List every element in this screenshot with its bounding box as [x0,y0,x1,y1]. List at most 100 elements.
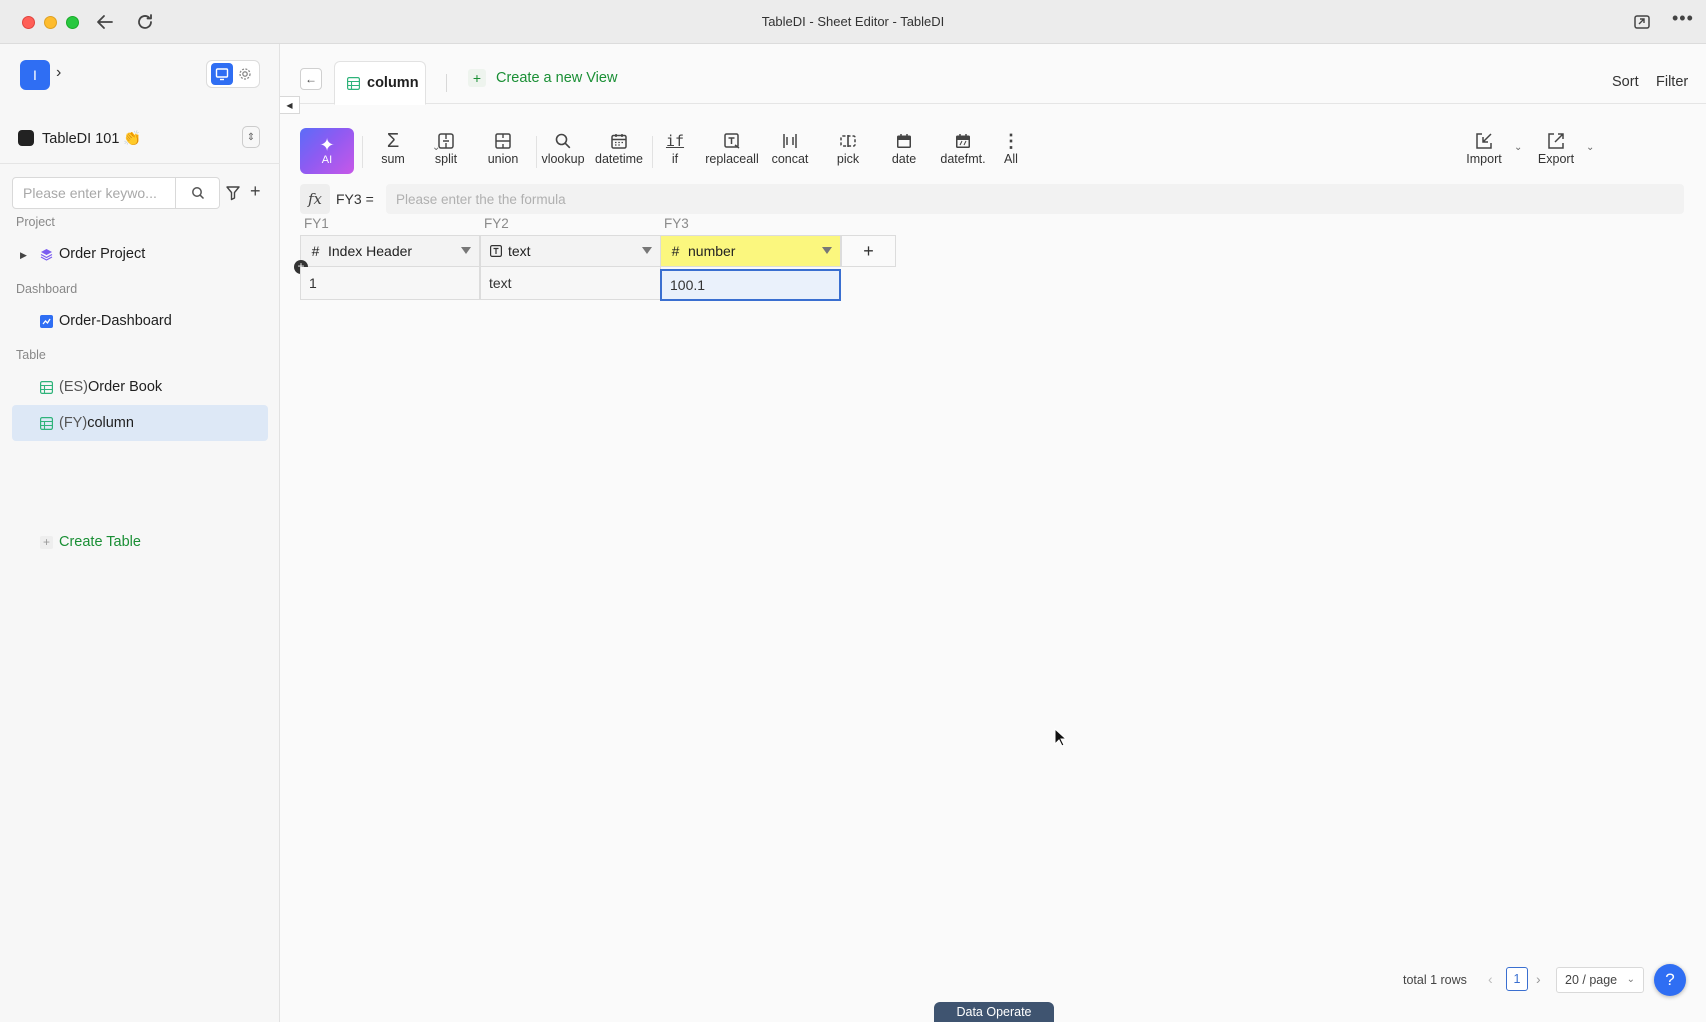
text-type-icon [489,245,502,257]
create-table-label: Create Table [59,534,141,550]
more-options-icon[interactable]: ••• [1672,9,1694,32]
cast-icon[interactable] [1632,12,1652,32]
split-button[interactable]: split [426,130,466,166]
datefmt-button[interactable]: datefmt. [934,130,992,166]
sidebar-search-input[interactable] [13,178,175,208]
add-column-button[interactable]: + [841,235,896,267]
if-button[interactable]: if if [660,130,690,166]
desktop-view-icon[interactable] [210,63,233,85]
union-button[interactable]: union [478,130,528,166]
sidebar-item-prefix: (ES) [59,379,88,395]
column-code: FY3 [664,216,689,231]
tool-label: datefmt. [940,152,986,166]
column-header-index[interactable]: # Index Header [300,235,480,267]
ai-button[interactable]: ✦ AI [300,128,354,174]
collapse-sidebar-icon[interactable]: ◀ [280,96,300,114]
plus-icon: + [468,69,486,87]
tool-label: datetime [595,152,643,166]
date-button[interactable]: date [882,130,926,166]
app-logo[interactable]: I [20,60,50,90]
plus-icon: + [40,535,53,549]
sidebar-item-label: Order Book [88,379,163,395]
vlookup-button[interactable]: vlookup [536,130,590,166]
formula-toolbar: ✦ AI Σ sum ⌄ split union vlookup datetim… [300,128,1680,180]
import-button[interactable]: Import [1462,130,1506,166]
tool-label: pick [836,152,860,166]
replaceall-button[interactable]: replaceall [698,130,766,166]
sidebar-item-column[interactable]: (FY) column [12,405,268,441]
main-content: ← column + Create a new View Sort Filter… [280,44,1706,1022]
formula-input[interactable] [386,184,1684,214]
import-icon [1475,130,1493,152]
sidebar-item-label: Order Project [59,246,146,262]
view-tabs-bar: ← column + Create a new View Sort Filter [280,44,1706,105]
column-header-number[interactable]: # number [660,235,841,267]
page-size-select[interactable]: 20 / page ⌄ [1556,967,1644,993]
workspace-selector[interactable]: TableDI 101 👏 ⇕ [18,124,260,152]
column-header-label: text [508,243,531,259]
table-cell[interactable]: text [480,267,661,300]
create-view-button[interactable]: + Create a new View [468,69,617,87]
tool-label: concat [771,152,809,166]
column-header-text[interactable]: text [480,235,661,267]
vertical-dots-icon: ⋮ [1002,130,1020,151]
filter-button[interactable]: Filter [1656,74,1688,90]
tool-label: Import [1466,152,1502,166]
data-operate-tab[interactable]: Data Operate [934,1002,1054,1022]
search-icon[interactable] [175,178,219,208]
column-header-label: number [688,243,736,259]
tool-label: union [487,152,519,166]
workspace-switch-icon[interactable]: ⇕ [242,126,260,148]
datetime-button[interactable]: datetime [592,130,646,166]
table-cell-selected[interactable]: 100.1 [660,269,841,301]
toolbar-separator [652,136,653,168]
back-button[interactable]: ← [300,68,322,90]
import-dropdown-icon[interactable]: ⌄ [1514,142,1522,153]
export-button[interactable]: Export [1534,130,1578,166]
column-header-label: Index Header [328,243,413,259]
tool-label: All [1004,152,1018,166]
column-menu-caret-icon[interactable] [822,247,832,254]
all-functions-button[interactable]: ⋮ All [996,130,1026,167]
window-title: TableDI - Sheet Editor - TableDI [761,14,945,29]
sidebar-search [12,177,220,209]
union-icon [494,130,512,152]
export-dropdown-icon[interactable]: ⌄ [1586,142,1594,153]
sum-button[interactable]: Σ sum [368,130,418,167]
formula-bar: fx FY3 = [300,184,1684,214]
search-icon [554,130,572,152]
add-icon[interactable]: + [250,181,261,202]
sidebar-item-order-book[interactable]: (ES) Order Book [12,369,268,405]
column-code: FY2 [484,216,509,231]
chevron-right-icon[interactable]: › [56,64,61,82]
mouse-cursor-icon [1054,728,1068,747]
sidebar-item-order-dashboard[interactable]: Order-Dashboard [12,303,268,339]
split-icon [437,130,455,152]
settings-gear-icon[interactable] [234,63,256,85]
section-table: Table [16,348,46,362]
concat-button[interactable]: concat [768,130,812,166]
sidebar-item-order-project[interactable]: Order Project [12,236,268,272]
concat-icon [781,130,799,152]
column-code: FY1 [304,216,329,231]
column-menu-caret-icon[interactable] [642,247,652,254]
create-table-button[interactable]: + Create Table [12,524,268,560]
table-icon [40,380,53,394]
sidebar-divider [0,163,280,164]
column-menu-caret-icon[interactable] [461,247,471,254]
table-icon [347,76,360,90]
table-cell[interactable]: 1 [300,267,480,300]
section-dashboard: Dashboard [16,282,78,296]
next-page-icon[interactable]: › [1536,971,1541,987]
page-number-button[interactable]: 1 [1506,967,1528,991]
pick-button[interactable]: pick [826,130,870,166]
function-fx-icon[interactable]: fx [300,184,330,214]
replace-icon [723,130,741,152]
prev-page-icon[interactable]: ‹ [1488,971,1493,987]
help-button[interactable]: ? [1654,964,1686,996]
filter-icon[interactable] [224,184,242,202]
number-type-icon: # [311,243,320,259]
tool-label: split [434,152,458,166]
tab-column-view[interactable]: column [334,61,426,105]
sort-button[interactable]: Sort [1612,74,1639,90]
